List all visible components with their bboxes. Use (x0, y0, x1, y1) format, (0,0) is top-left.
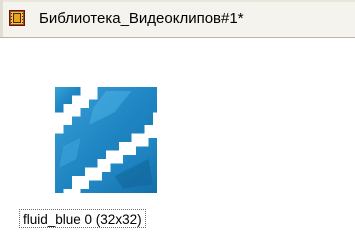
window-titlebar[interactable]: Библиотека_Видеоклипов#1* (0, 0, 355, 38)
library-content-area[interactable]: fluid_blue 0 (32x32) (0, 38, 355, 240)
window-frame-top (0, 0, 355, 2)
fluid-blue-texture-thumbnail[interactable] (38, 74, 174, 210)
thumbnail-label[interactable]: fluid_blue 0 (32x32) (19, 209, 146, 228)
video-library-icon (9, 10, 25, 26)
window-title: Библиотека_Видеоклипов#1* (39, 10, 244, 27)
window-frame-left (0, 0, 3, 37)
video-library-window: Библиотека_Видеоклипов#1* fluid_blue 0 (… (0, 0, 355, 240)
